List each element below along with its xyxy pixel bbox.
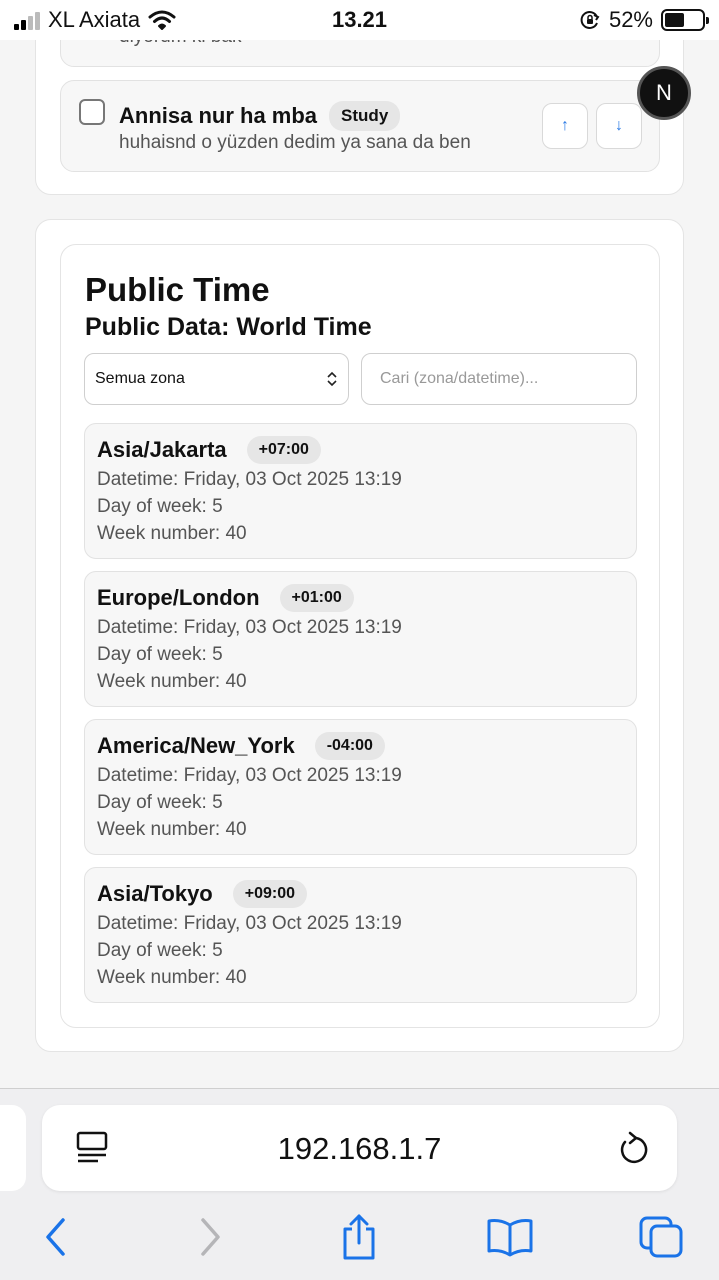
book-icon bbox=[487, 1219, 533, 1257]
public-time-section: Public Time Public Data: World Time Semu… bbox=[35, 219, 684, 1052]
forward-button[interactable] bbox=[180, 1207, 240, 1267]
browser-toolbar: 192.168.1.7 bbox=[0, 1088, 719, 1280]
todo-item-header: Annisa nur ha mba Study bbox=[119, 101, 401, 131]
status-bar: XL Axiata 13.21 52% bbox=[0, 0, 719, 40]
status-right: 52% bbox=[579, 7, 709, 33]
zone-datetime: Datetime: Friday, 03 Oct 2025 13:19 bbox=[97, 617, 402, 638]
todo-item-title: Annisa nur ha mba bbox=[119, 103, 318, 128]
chevron-right-icon bbox=[201, 1218, 220, 1256]
zone-name: America/New_York bbox=[97, 733, 295, 758]
page-content: diyorum ki bak Annisa nur ha mba Study h… bbox=[0, 0, 719, 1088]
share-icon bbox=[343, 1214, 375, 1260]
url-text: 192.168.1.7 bbox=[277, 1131, 442, 1166]
zone-day-of-week: Day of week: 5 bbox=[97, 644, 223, 665]
zone-card: America/New_York -04:00 Datetime: Friday… bbox=[84, 719, 637, 855]
public-time-title: Public Time bbox=[85, 271, 270, 308]
chevron-left-icon bbox=[46, 1218, 65, 1256]
battery-level-fill bbox=[665, 13, 684, 27]
signal-strength-icon bbox=[14, 10, 40, 30]
zone-day-of-week: Day of week: 5 bbox=[97, 792, 223, 813]
todo-tag-badge: Study bbox=[329, 101, 401, 131]
todo-checkbox[interactable] bbox=[79, 99, 105, 125]
select-chevron-icon bbox=[327, 371, 337, 387]
zone-day-of-week: Day of week: 5 bbox=[97, 496, 223, 517]
zone-offset-badge: +09:00 bbox=[232, 880, 308, 908]
zone-week-number: Week number: 40 bbox=[97, 967, 247, 988]
next-dev-indicator-button[interactable]: N bbox=[637, 66, 691, 120]
zone-name: Asia/Jakarta bbox=[97, 437, 227, 462]
carrier-name: XL Axiata bbox=[48, 7, 141, 32]
zone-offset-badge: +07:00 bbox=[246, 436, 321, 464]
todo-item[interactable]: Annisa nur ha mba Study huhaisnd o yüzde… bbox=[60, 80, 660, 172]
battery-icon bbox=[661, 9, 709, 31]
tabs-button[interactable] bbox=[631, 1207, 691, 1267]
bookmarks-button[interactable] bbox=[480, 1207, 540, 1267]
zone-datetime: Datetime: Friday, 03 Oct 2025 13:19 bbox=[97, 765, 402, 786]
zone-week-number: Week number: 40 bbox=[97, 523, 247, 544]
reload-icon[interactable] bbox=[616, 1131, 650, 1167]
zone-datetime: Datetime: Friday, 03 Oct 2025 13:19 bbox=[97, 913, 402, 934]
n-logo-icon: N bbox=[656, 80, 672, 105]
zone-filter-select[interactable]: Semua zona bbox=[84, 353, 349, 405]
zone-card: Europe/London +01:00 Datetime: Friday, 0… bbox=[84, 571, 637, 707]
zone-week-number: Week number: 40 bbox=[97, 671, 247, 692]
zone-filter-value: Semua zona bbox=[95, 370, 185, 387]
move-up-button[interactable]: ↑ bbox=[542, 103, 588, 149]
tabs-icon bbox=[639, 1216, 683, 1258]
arrow-down-icon: ↓ bbox=[615, 117, 623, 134]
public-time-subtitle: Public Data: World Time bbox=[85, 313, 372, 341]
zone-offset-badge: +01:00 bbox=[279, 584, 354, 612]
address-bar[interactable]: 192.168.1.7 bbox=[42, 1105, 677, 1191]
share-button[interactable] bbox=[329, 1207, 389, 1267]
zone-card: Asia/Jakarta +07:00 Datetime: Friday, 03… bbox=[84, 423, 637, 559]
zone-week-number: Week number: 40 bbox=[97, 819, 247, 840]
todo-item-description: huhaisnd o yüzden dedim ya sana da ben bbox=[119, 132, 471, 153]
status-left: XL Axiata bbox=[14, 7, 176, 33]
public-time-card: Public Time Public Data: World Time Semu… bbox=[60, 244, 660, 1028]
zone-name: Asia/Tokyo bbox=[97, 881, 213, 906]
arrow-up-icon: ↑ bbox=[561, 117, 569, 134]
zone-card: Asia/Tokyo +09:00 Datetime: Friday, 03 O… bbox=[84, 867, 637, 1003]
previous-tab-peek[interactable] bbox=[0, 1105, 26, 1191]
zone-datetime: Datetime: Friday, 03 Oct 2025 13:19 bbox=[97, 469, 402, 490]
orientation-lock-icon bbox=[580, 11, 600, 29]
back-button[interactable] bbox=[26, 1207, 86, 1267]
zone-search-placeholder: Cari (zona/datetime)... bbox=[380, 370, 539, 387]
wifi-icon bbox=[148, 10, 176, 30]
zone-offset-badge: -04:00 bbox=[314, 732, 385, 760]
battery-percent: 52% bbox=[608, 7, 653, 32]
zone-name: Europe/London bbox=[97, 585, 260, 610]
zone-search-input[interactable]: Cari (zona/datetime)... bbox=[361, 353, 637, 405]
zone-day-of-week: Day of week: 5 bbox=[97, 940, 223, 961]
move-down-button[interactable]: ↓ bbox=[596, 103, 642, 149]
